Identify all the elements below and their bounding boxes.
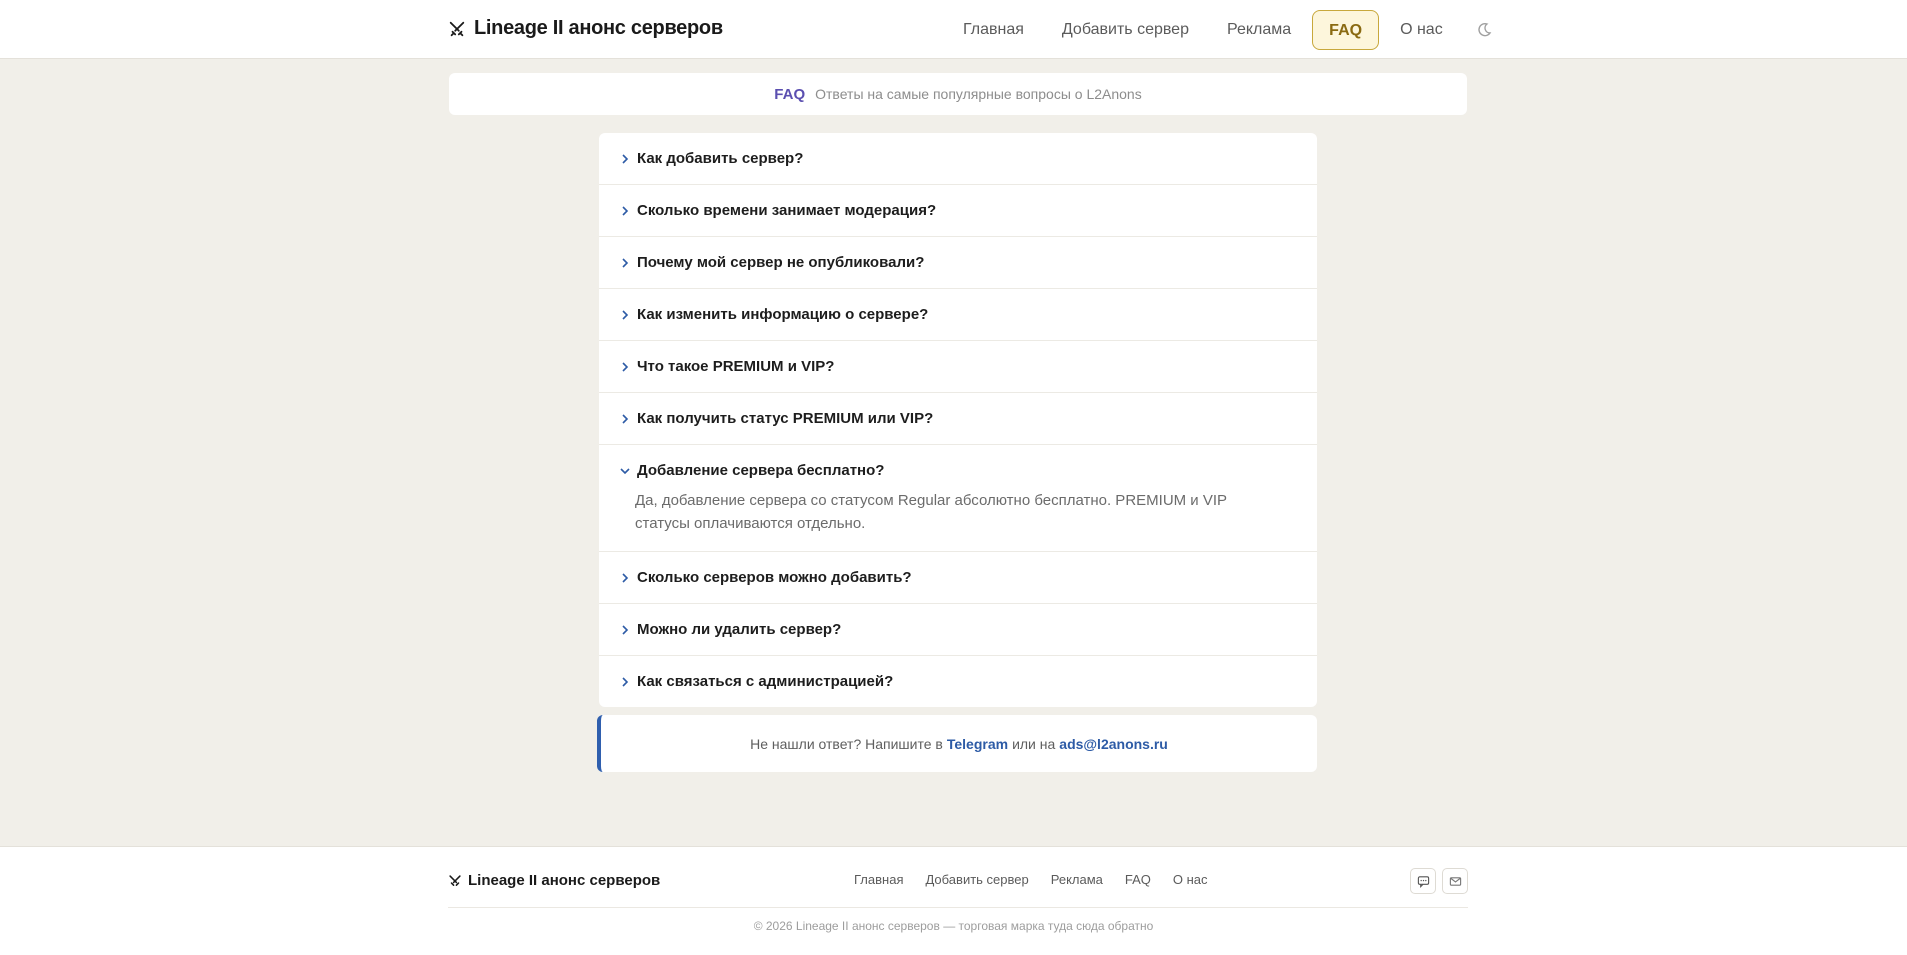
theme-toggle-button[interactable] <box>1472 10 1496 50</box>
faq-accordion: Как добавить сервер? Сколько времени зан… <box>599 133 1317 707</box>
footer-title: Lineage II анонс серверов <box>468 872 661 889</box>
faq-question-button[interactable]: Как добавить сервер? <box>619 133 1297 184</box>
faq-question-button[interactable]: Как связаться с администрацией? <box>619 656 1297 707</box>
footer-link-home[interactable]: Главная <box>854 872 903 887</box>
chevron-right-icon <box>619 309 631 321</box>
chevron-right-icon <box>619 205 631 217</box>
faq-question-text: Добавление сервера бесплатно? <box>637 462 885 479</box>
nav-item-faq[interactable]: FAQ <box>1312 10 1380 50</box>
footer-divider <box>448 907 1468 908</box>
faq-answer-text: Да, добавление сервера со статусом Regul… <box>635 492 1227 532</box>
faq-question-button[interactable]: Сколько серверов можно добавить? <box>619 552 1297 603</box>
chevron-right-icon <box>619 572 631 584</box>
faq-item: Сколько серверов можно добавить? <box>599 552 1317 604</box>
chevron-right-icon <box>619 676 631 688</box>
footer-nav: Главная Добавить сервер Реклама FAQ О на… <box>854 872 1208 887</box>
help-middle: или на <box>1012 735 1056 752</box>
faq-item: Сколько времени занимает модерация? <box>599 185 1317 237</box>
faq-banner: FAQ Ответы на самые популярные вопросы о… <box>449 73 1467 115</box>
faq-question-text: Что такое PREMIUM и VIP? <box>637 358 835 375</box>
faq-question-button[interactable]: Что такое PREMIUM и VIP? <box>619 341 1297 392</box>
telegram-link[interactable]: Telegram <box>947 736 1008 752</box>
banner-tag: FAQ <box>774 85 806 103</box>
chat-button[interactable] <box>1410 868 1436 894</box>
faq-item: Как изменить информацию о сервере? <box>599 289 1317 341</box>
chevron-down-icon <box>619 465 631 477</box>
crossed-swords-icon <box>449 874 461 886</box>
chevron-right-icon <box>619 257 631 269</box>
nav-item-add-server[interactable]: Добавить сервер <box>1043 10 1208 50</box>
main-nav: Главная Добавить сервер Реклама FAQ О на… <box>944 10 1496 50</box>
email-link[interactable]: ads@l2anons.ru <box>1059 736 1168 752</box>
mail-button[interactable] <box>1442 868 1468 894</box>
mail-icon <box>1449 876 1461 886</box>
faq-question-text: Можно ли удалить сервер? <box>637 621 842 638</box>
faq-question-text: Сколько времени занимает модерация? <box>637 202 937 219</box>
footer-link-about[interactable]: О нас <box>1173 872 1208 887</box>
faq-question-text: Как изменить информацию о сервере? <box>637 306 929 323</box>
site-logo[interactable]: Lineage II анонс серверов <box>448 17 723 40</box>
moon-icon <box>1478 22 1492 37</box>
help-box: Не нашли ответ? Напишите в Telegram или … <box>597 715 1317 772</box>
footer-link-add-server[interactable]: Добавить сервер <box>925 872 1028 887</box>
faq-item-expanded: Добавление сервера бесплатно? Да, добавл… <box>599 445 1317 552</box>
top-header: Lineage II анонс серверов Главная Добави… <box>0 0 1907 59</box>
faq-question-button[interactable]: Как изменить информацию о сервере? <box>619 289 1297 340</box>
faq-item: Можно ли удалить сервер? <box>599 604 1317 656</box>
faq-question-button[interactable]: Можно ли удалить сервер? <box>619 604 1297 655</box>
faq-question-text: Как связаться с администрацией? <box>637 673 894 690</box>
chat-icon <box>1417 875 1429 888</box>
footer-logo[interactable]: Lineage II анонс серверов <box>448 872 660 889</box>
site-footer: Lineage II анонс серверов Главная Добави… <box>0 846 1907 955</box>
chevron-right-icon <box>619 153 631 165</box>
faq-question-button[interactable]: Как получить статус PREMIUM или VIP? <box>619 393 1297 444</box>
chevron-right-icon <box>619 361 631 373</box>
footer-copyright: © 2026 Lineage II анонс серверов — торго… <box>753 919 1154 933</box>
faq-question-text: Как добавить сервер? <box>637 150 804 167</box>
faq-item: Почему мой сервер не опубликовали? <box>599 237 1317 289</box>
footer-social <box>1410 868 1468 894</box>
help-prefix: Не нашли ответ? Напишите в <box>750 735 943 752</box>
site-title: Lineage II анонс серверов <box>474 17 723 39</box>
chevron-right-icon <box>619 624 631 636</box>
faq-question-button[interactable]: Почему мой сервер не опубликовали? <box>619 237 1297 288</box>
faq-item: Что такое PREMIUM и VIP? <box>599 341 1317 393</box>
nav-item-home[interactable]: Главная <box>944 10 1043 50</box>
faq-question-text: Почему мой сервер не опубликовали? <box>637 254 925 271</box>
faq-question-text: Как получить статус PREMIUM или VIP? <box>637 410 934 427</box>
crossed-swords-icon <box>449 21 465 36</box>
faq-question-text: Сколько серверов можно добавить? <box>637 569 912 586</box>
faq-question-button[interactable]: Сколько времени занимает модерация? <box>619 185 1297 236</box>
faq-item: Как получить статус PREMIUM или VIP? <box>599 393 1317 445</box>
chevron-right-icon <box>619 413 631 425</box>
banner-subtitle: Ответы на самые популярные вопросы о L2A… <box>815 86 1142 102</box>
nav-item-ads[interactable]: Реклама <box>1208 10 1310 50</box>
faq-item: Как связаться с администрацией? <box>599 656 1317 707</box>
faq-item: Как добавить сервер? <box>599 133 1317 185</box>
nav-item-about[interactable]: О нас <box>1381 10 1462 50</box>
footer-link-ads[interactable]: Реклама <box>1051 872 1103 887</box>
footer-link-faq[interactable]: FAQ <box>1125 872 1151 887</box>
